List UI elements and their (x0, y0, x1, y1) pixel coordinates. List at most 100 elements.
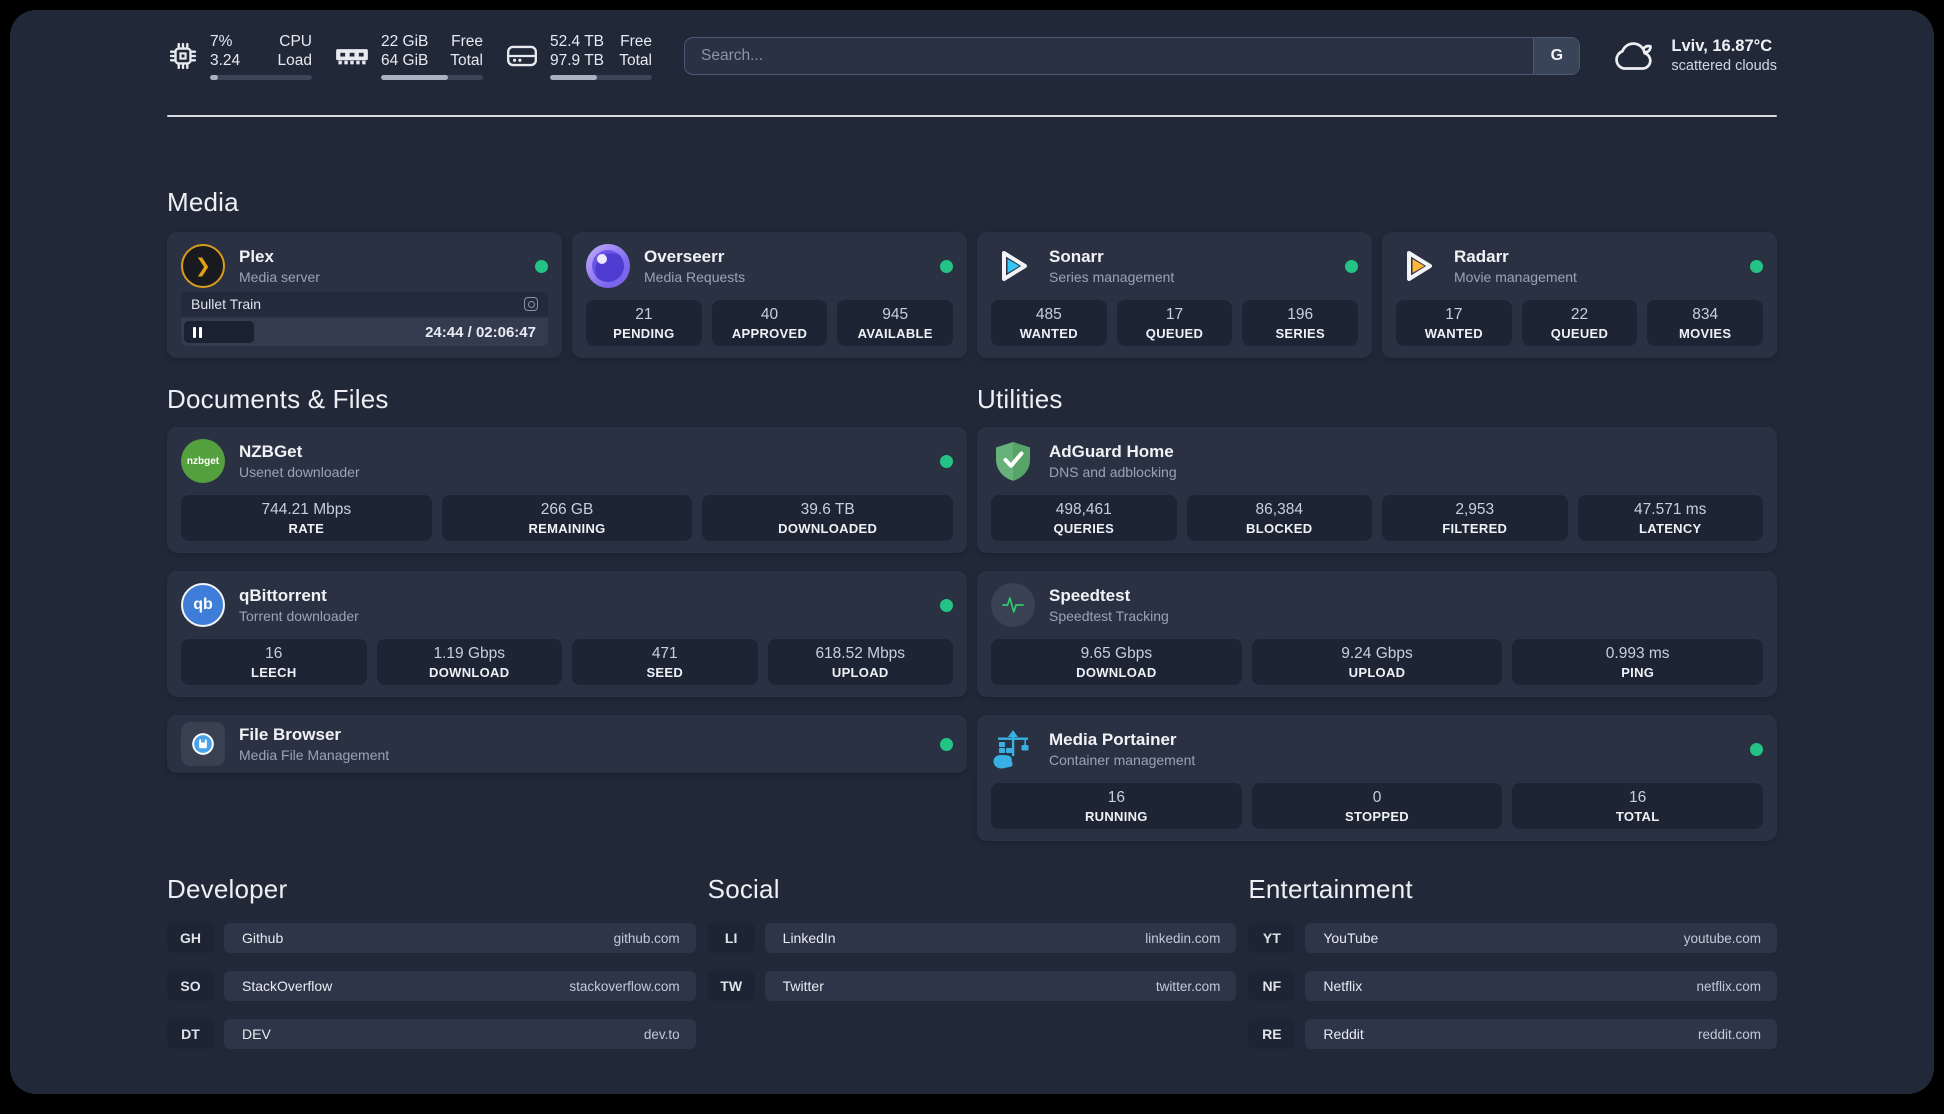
app-subtitle: Speedtest Tracking (1049, 608, 1169, 624)
search-input[interactable] (685, 38, 1580, 74)
bookmark-url: youtube.com (1683, 930, 1761, 946)
app-subtitle: Usenet downloader (239, 464, 360, 480)
memory-free-value: 22 GiB (381, 33, 429, 50)
stat-downloaded: 39.6 TB DOWNLOADED (702, 495, 954, 541)
bookmark-name: DEV (242, 1026, 271, 1042)
app-card-qbittorrent[interactable]: qb qBittorrent Torrent downloader 16 LEEC… (167, 571, 967, 697)
stat-download: 9.65 Gbps DOWNLOAD (991, 639, 1242, 685)
stat-seed: 471 SEED (572, 639, 758, 685)
developer-column: Developer GH Github github.com SO StackOv… (167, 874, 696, 1049)
app-subtitle: Torrent downloader (239, 608, 359, 624)
app-subtitle: Movie management (1454, 269, 1577, 285)
app-card-speedtest[interactable]: Speedtest Speedtest Tracking 9.65 Gbps DO… (977, 571, 1777, 697)
status-online-dot (1750, 259, 1763, 273)
app-subtitle: Media File Management (239, 747, 390, 763)
status-online-dot (940, 598, 953, 612)
player-progress-bar[interactable]: 24:44 / 02:06:47 (181, 318, 548, 346)
app-card-portainer[interactable]: Media Portainer Container management 16 R… (977, 715, 1777, 841)
app-name: Overseerr (644, 247, 725, 266)
player-progress-fill (184, 321, 254, 343)
stat-approved: 40 APPROVED (711, 300, 828, 346)
radarr-icon (1396, 244, 1440, 288)
stat-filtered: 2,953 FILTERED (1382, 495, 1568, 541)
bookmark-tag: LI (707, 923, 755, 953)
bookmark-youtube[interactable]: YT YouTube youtube.com (1248, 923, 1777, 953)
bookmark-linkedin[interactable]: LI LinkedIn linkedin.com (707, 923, 1237, 953)
app-name: Speedtest (1049, 586, 1131, 605)
app-name: qBittorrent (239, 586, 327, 605)
cpu-icon (169, 42, 197, 70)
bookmark-name: Twitter (782, 978, 824, 994)
section-title-developer: Developer (167, 874, 288, 904)
plex-icon: ❯ (181, 244, 225, 288)
bookmark-url: dev.to (643, 1026, 680, 1042)
status-online-dot (1345, 259, 1358, 273)
bookmark-reddit[interactable]: RE Reddit reddit.com (1248, 1019, 1777, 1049)
bookmark-stackoverflow[interactable]: SO StackOverflow stackoverflow.com (167, 971, 696, 1001)
nzbget-icon: nzbget (181, 439, 225, 483)
app-card-filebrowser[interactable]: File Browser Media File Management (167, 715, 967, 773)
stat-rate: 744.21 Mbps RATE (181, 495, 432, 541)
section-title-entertainment: Entertainment (1248, 874, 1413, 904)
section-title-social: Social (707, 874, 780, 904)
storage-label-bottom: Total (619, 52, 652, 69)
weather-location-temp: Lviv, 16.87°C (1671, 37, 1773, 55)
bookmark-url: stackoverflow.com (569, 978, 680, 994)
stat-wanted: 485 WANTED (991, 300, 1107, 346)
app-name: File Browser (239, 725, 342, 744)
stat-upload: 9.24 Gbps UPLOAD (1251, 639, 1503, 685)
storage-free-value: 52.4 TB (550, 33, 605, 50)
bookmark-name: Github (242, 930, 284, 946)
app-subtitle: Media Requests (644, 269, 746, 285)
app-card-overseerr[interactable]: Overseerr Media Requests 21 PENDING 40 APP… (572, 232, 967, 358)
app-name: Media Portainer (1049, 730, 1177, 749)
memory-label-top: Free (451, 33, 483, 50)
memory-total-value: 64 GiB (381, 52, 429, 69)
now-playing-title: Bullet Train (191, 296, 262, 312)
entertainment-column: Entertainment YT YouTube youtube.com NF N… (1248, 874, 1777, 1049)
app-name: NZBGet (239, 442, 303, 461)
search-engine-button[interactable]: G (1533, 38, 1580, 74)
app-subtitle: Container management (1049, 752, 1196, 768)
weather-widget[interactable]: Lviv, 16.87°C scattered clouds (1610, 36, 1777, 76)
player-target-icon[interactable] (524, 297, 538, 311)
stat-queries: 498,461 QUERIES (991, 495, 1177, 541)
status-online-dot (940, 259, 953, 273)
stat-available: 945 AVAILABLE (837, 300, 954, 346)
filebrowser-icon (181, 722, 225, 766)
pause-icon[interactable] (193, 326, 202, 338)
memory-icon (336, 49, 368, 65)
bookmark-tag: RE (1248, 1019, 1296, 1049)
bookmark-github[interactable]: GH Github github.com (167, 923, 696, 953)
app-name: Plex (239, 247, 274, 266)
app-card-adguard[interactable]: AdGuard Home DNS and adblocking 498,461 Q… (977, 427, 1777, 553)
bookmark-tag: TW (707, 971, 755, 1001)
bookmark-dev[interactable]: DT DEV dev.to (167, 1019, 696, 1049)
bookmark-twitter[interactable]: TW Twitter twitter.com (707, 971, 1237, 1001)
stat-queued: 22 QUEUED (1521, 300, 1638, 346)
status-online-dot (940, 454, 953, 468)
cpu-percent: 7% (210, 33, 233, 50)
dashboard: 7% CPU 3.24 Load 22 GiB Free 64 GiB Tota… (10, 10, 1934, 1094)
stat-queued: 17 QUEUED (1116, 300, 1233, 346)
system-stats: 7% CPU 3.24 Load 22 GiB Free 64 GiB Tota… (167, 32, 652, 80)
app-card-sonarr[interactable]: Sonarr Series management 485 WANTED 17 QUE… (977, 232, 1372, 358)
bookmark-name: LinkedIn (782, 930, 836, 946)
app-card-radarr[interactable]: Radarr Movie management 17 WANTED 22 QUEUE… (1382, 232, 1777, 358)
memory-stat: 22 GiB Free 64 GiB Total (334, 32, 483, 80)
stat-remaining: 266 GB REMAINING (441, 495, 693, 541)
bookmark-netflix[interactable]: NF Netflix netflix.com (1248, 971, 1777, 1001)
storage-stat: 52.4 TB Free 97.9 TB Total (505, 32, 652, 80)
stat-latency: 47.571 ms LATENCY (1577, 495, 1763, 541)
bookmark-tag: DT (167, 1019, 214, 1049)
speedtest-icon (991, 583, 1035, 627)
cloud-icon (1615, 42, 1653, 70)
social-column: Social LI LinkedIn linkedin.com TW Twitte… (707, 874, 1237, 1001)
bookmark-name: Reddit (1323, 1026, 1364, 1042)
stat-stopped: 0 STOPPED (1251, 783, 1503, 829)
utilities-column: Utilities AdGuard Home DNS and adblockin… (977, 384, 1777, 841)
playback-time: 24:44 / 02:06:47 (425, 323, 536, 341)
app-card-plex[interactable]: ❯ Plex Media server Bullet Train 24:44 /… (167, 232, 562, 358)
section-title-documents: Documents & Files (167, 384, 389, 414)
app-card-nzbget[interactable]: nzbget NZBGet Usenet downloader 744.21 M… (167, 427, 967, 553)
